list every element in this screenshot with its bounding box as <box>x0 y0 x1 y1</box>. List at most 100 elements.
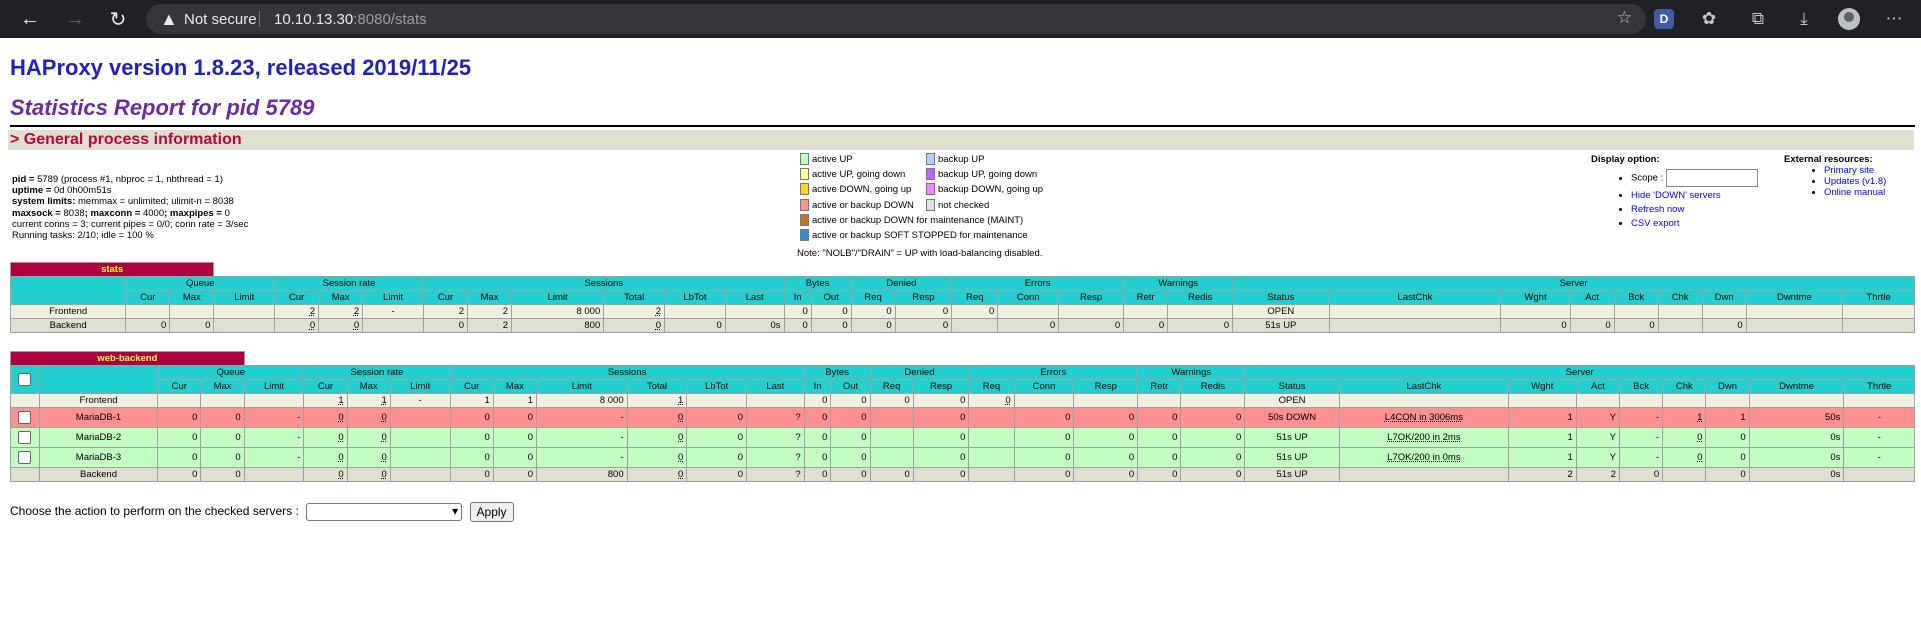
tooltip-value[interactable]: 0 <box>678 432 683 443</box>
legend-swatch <box>800 183 809 196</box>
table-cell <box>1575 393 1620 408</box>
tooltip-value[interactable]: 0 <box>382 469 387 480</box>
column-header: Redis <box>1167 290 1234 305</box>
apply-button[interactable]: Apply <box>469 502 514 522</box>
favorite-star-icon[interactable]: ☆ <box>1617 8 1632 28</box>
tooltip-value[interactable]: L7OK/200 in 0ms <box>1387 452 1460 463</box>
tooltip-value[interactable]: 0 <box>338 412 343 423</box>
downloads-icon[interactable]: ⤓ <box>1786 0 1822 38</box>
table-cell: 1 <box>1705 407 1750 428</box>
updates-link[interactable]: Updates (v1.8) <box>1824 176 1886 187</box>
column-header: Dwntme <box>1745 290 1844 305</box>
forward-arrow-icon[interactable]: → <box>55 0 95 38</box>
column-header: Cur <box>449 379 494 394</box>
tooltip-value[interactable]: 0 <box>678 469 683 480</box>
column-header: Last <box>724 290 785 305</box>
table-cell: 0 <box>603 318 666 333</box>
legend-label: active or backup DOWN <box>812 199 914 211</box>
tooltip-value[interactable]: 0 <box>310 320 315 331</box>
table-cell: 0 <box>449 467 494 482</box>
reload-icon[interactable]: ↻ <box>98 0 138 38</box>
table-cell: 51s UP <box>1244 447 1340 468</box>
table-cell: 0 <box>303 407 348 428</box>
not-secure-label[interactable]: Not secure <box>184 11 257 28</box>
tooltip-value[interactable]: 0 <box>382 452 387 463</box>
tooltip-value[interactable]: L7OK/200 in 2ms <box>1387 432 1460 443</box>
table-cell: 0 <box>626 427 688 448</box>
hide-down-link[interactable]: Hide 'DOWN' servers <box>1631 190 1721 201</box>
table-cell: 2 <box>603 304 666 319</box>
table-cell: 0 <box>912 407 970 428</box>
legend-label: not checked <box>938 199 990 211</box>
tooltip-value[interactable]: 0 <box>382 432 387 443</box>
server-checkbox[interactable] <box>10 407 40 428</box>
csv-export-link[interactable]: CSV export <box>1631 218 1680 229</box>
column-header: Status <box>1244 379 1340 394</box>
action-select[interactable] <box>306 503 463 521</box>
tooltip-value[interactable]: 0 <box>354 320 359 331</box>
row-name: MariaDB-1 <box>38 407 159 428</box>
tooltip-value[interactable]: 0 <box>338 432 343 443</box>
table-cell: - <box>243 427 305 448</box>
legend-item: backup UP <box>926 153 984 167</box>
server-checkbox[interactable] <box>10 427 40 448</box>
table-cell <box>1073 393 1139 408</box>
tooltip-value[interactable]: 0 <box>382 412 387 423</box>
tooltip-value[interactable]: 0 <box>656 320 661 331</box>
warning-icon[interactable]: ▲ <box>160 9 178 30</box>
collections-icon[interactable]: ⧉ <box>1740 0 1776 38</box>
legend-swatch <box>800 198 809 211</box>
column-header: Total <box>603 290 666 305</box>
legend-label: active or backup DOWN for maintenance (M… <box>812 214 1024 226</box>
tooltip-value[interactable]: 1 <box>678 395 683 406</box>
legend-label: backup UP <box>938 154 985 165</box>
column-header: Limit <box>213 290 276 305</box>
table-cell: 0 <box>1058 318 1125 333</box>
tooltip-value[interactable]: 0 <box>338 469 343 480</box>
tooltip-value[interactable]: 1 <box>382 395 387 406</box>
back-arrow-icon[interactable]: ← <box>10 0 50 38</box>
menu-dots-icon[interactable]: ⋯ <box>1876 0 1912 38</box>
table-cell: 0 <box>686 427 748 448</box>
tooltip-value[interactable]: 0 <box>338 452 343 463</box>
column-header: LbTot <box>664 290 726 305</box>
table-cell: 0 <box>1705 467 1750 482</box>
online-manual-link[interactable]: Online manual <box>1824 187 1885 198</box>
table-cell <box>243 393 305 408</box>
select-all-checkbox[interactable] <box>10 365 40 394</box>
refresh-link[interactable]: Refresh now <box>1631 204 1684 215</box>
server-checkbox[interactable] <box>10 447 40 468</box>
column-header: Thrtle <box>1842 290 1915 305</box>
tooltip-value[interactable]: 0 <box>1697 452 1702 463</box>
tooltip-value[interactable]: 0 <box>678 452 683 463</box>
table-cell <box>1657 304 1703 319</box>
profile-avatar[interactable] <box>1838 8 1860 30</box>
column-header: Req <box>850 290 896 305</box>
table-cell: 0 <box>997 318 1060 333</box>
tooltip-value[interactable]: L4CON in 3006ms <box>1385 412 1463 423</box>
tooltip-value[interactable]: 1 <box>338 395 343 406</box>
table-cell <box>1613 304 1659 319</box>
primary-site-link[interactable]: Primary site <box>1824 165 1874 176</box>
legend-swatch <box>926 153 935 165</box>
tooltip-value[interactable]: 2 <box>310 306 315 317</box>
table-cell: 1 <box>449 393 494 408</box>
legend-swatch <box>800 213 809 226</box>
extension-d-icon[interactable]: D <box>1654 9 1674 29</box>
column-header: Act <box>1575 379 1620 394</box>
tooltip-value[interactable]: 0 <box>678 412 683 423</box>
tooltip-value[interactable]: 0 <box>1697 432 1702 443</box>
tooltip-value[interactable]: 0 <box>1005 395 1010 406</box>
column-header: Max <box>466 290 513 305</box>
scope-input[interactable] <box>1665 169 1758 187</box>
tooltip-value[interactable]: 2 <box>656 306 661 317</box>
table-cell: 50s DOWN <box>1244 407 1340 428</box>
table-cell: 0 <box>157 467 202 482</box>
tooltip-value[interactable]: 2 <box>354 306 359 317</box>
url-text[interactable]: 10.10.13.30:8080/stats <box>274 11 427 28</box>
extensions-puzzle-icon[interactable]: ✿ <box>1691 0 1727 38</box>
table-cell: 0 <box>810 318 852 333</box>
tooltip-value[interactable]: 1 <box>1697 412 1702 423</box>
table-cell <box>1748 393 1845 408</box>
address-bar[interactable]: ▲ Not secure 10.10.13.30:8080/stats ☆ <box>146 4 1646 34</box>
